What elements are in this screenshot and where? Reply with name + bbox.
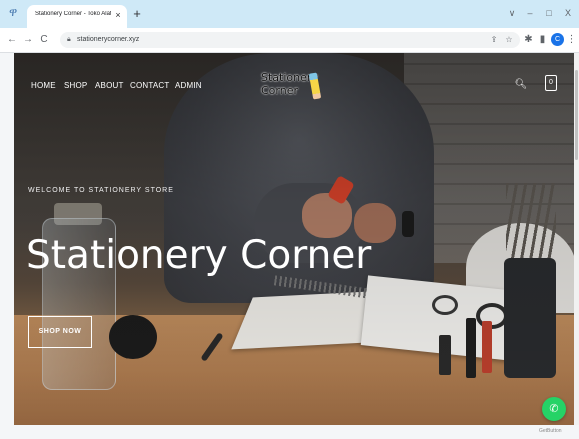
tab-list-icon[interactable]: ∨: [505, 7, 519, 19]
search-icon[interactable]: 🔍︎: [514, 78, 528, 92]
logo-text-line2: Corner: [261, 84, 299, 97]
forward-arrow-icon[interactable]: →: [22, 33, 34, 47]
bookmark-star-icon[interactable]: ☆: [503, 34, 515, 46]
hero-title: Stationery Corner: [26, 233, 372, 278]
sidepanel-icon[interactable]: ▮: [536, 33, 549, 47]
browser-tab-bar: ዋ Stationery Corner - Toko Alat Tul... ×…: [0, 0, 579, 28]
profile-avatar[interactable]: C: [551, 33, 564, 46]
cart-count: 0: [549, 79, 553, 86]
cart-bag-icon[interactable]: 0: [545, 75, 557, 91]
nav-contact[interactable]: CONTACT: [130, 80, 169, 92]
maximize-button[interactable]: □: [542, 7, 556, 19]
scrollbar-thumb[interactable]: [575, 70, 578, 160]
logo-pencil-icon: [308, 72, 322, 100]
nav-home[interactable]: HOME: [31, 80, 56, 92]
minimize-button[interactable]: –: [523, 7, 537, 19]
nav-about[interactable]: ABOUT: [95, 80, 124, 92]
url-text[interactable]: stationerycorner.xyz: [77, 35, 139, 45]
address-bar[interactable]: 🔒︎ stationerycorner.xyz ⇪ ☆: [60, 32, 520, 48]
close-window-button[interactable]: X: [561, 7, 575, 19]
browser-toolbar: ← → C 🔒︎ stationerycorner.xyz ⇪ ☆ ✱ ▮ C …: [0, 28, 579, 53]
tab-close-icon[interactable]: ×: [113, 8, 123, 22]
back-arrow-icon[interactable]: ←: [6, 33, 18, 47]
extensions-puzzle-icon[interactable]: ✱: [522, 33, 535, 47]
reload-icon[interactable]: C: [38, 33, 50, 47]
shop-now-button[interactable]: SHOP NOW: [28, 316, 92, 348]
page-viewport: HOME SHOP ABOUT CONTACT ADMIN Stationery…: [14, 53, 574, 425]
nav-shop[interactable]: SHOP: [64, 80, 87, 92]
browser-tab-active[interactable]: Stationery Corner - Toko Alat Tul... ×: [27, 5, 127, 28]
nav-admin[interactable]: ADMIN: [175, 80, 202, 92]
site-logo[interactable]: Stationery Corner: [261, 69, 331, 103]
more-menu-icon[interactable]: ⋮: [565, 33, 578, 47]
tab-title: Stationery Corner - Toko Alat Tul...: [35, 11, 111, 17]
browser-logo-icon: ዋ: [9, 5, 18, 19]
getbutton-credit[interactable]: GetButton: [539, 427, 562, 435]
new-tab-button[interactable]: +: [130, 7, 144, 21]
lock-icon: 🔒︎: [67, 36, 71, 43]
share-icon[interactable]: ⇪: [488, 34, 500, 46]
whatsapp-chat-button[interactable]: ✆: [542, 397, 566, 421]
hero-welcome-text: WELCOME TO STATIONERY STORE: [28, 187, 174, 194]
